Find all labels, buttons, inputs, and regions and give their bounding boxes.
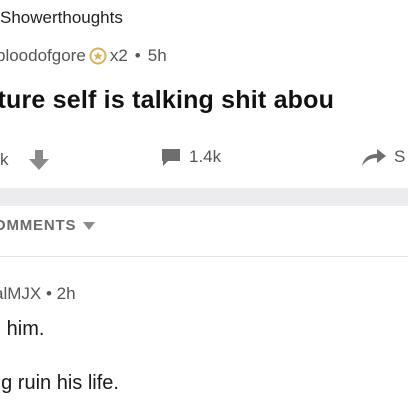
comments-sort-header[interactable]: OMMENTS xyxy=(0,217,96,234)
vote-count: k xyxy=(0,150,9,169)
meta-separator: • xyxy=(134,46,141,65)
comment-bubble-icon xyxy=(162,149,180,166)
comment-meta: alMJX • 2h xyxy=(0,284,76,304)
post-action-bar: k 1.4k S xyxy=(0,140,408,180)
share-label: S xyxy=(394,147,406,166)
comments-button[interactable]: 1.4k xyxy=(160,146,221,168)
post-age: 5h xyxy=(147,46,167,65)
post-author[interactable]: bloodofgore xyxy=(0,46,86,66)
comment-author[interactable]: alMJX xyxy=(0,284,41,303)
comment-age: 2h xyxy=(56,284,76,303)
downvote-arrow-icon[interactable] xyxy=(28,148,50,172)
comment-body-line: ng ruin his life. xyxy=(0,372,119,394)
divider xyxy=(0,256,408,257)
subreddit-name[interactable]: Showerthoughts xyxy=(0,8,123,28)
comments-header-label: OMMENTS xyxy=(0,217,77,234)
comment-meta-separator: • xyxy=(45,284,52,303)
share-arrow-icon xyxy=(362,149,386,166)
chevron-down-icon xyxy=(83,221,96,230)
share-button[interactable]: S xyxy=(360,146,405,168)
comment-body-line: n him. xyxy=(0,318,45,340)
award-icon xyxy=(89,47,107,65)
comment-count: 1.4k xyxy=(189,147,222,166)
section-divider-band xyxy=(0,188,408,206)
post-meta: bloodofgore x2 • 5h xyxy=(0,46,167,66)
post-title[interactable]: uture self is talking shit abou xyxy=(0,86,334,115)
award-count: x2 xyxy=(109,46,128,65)
